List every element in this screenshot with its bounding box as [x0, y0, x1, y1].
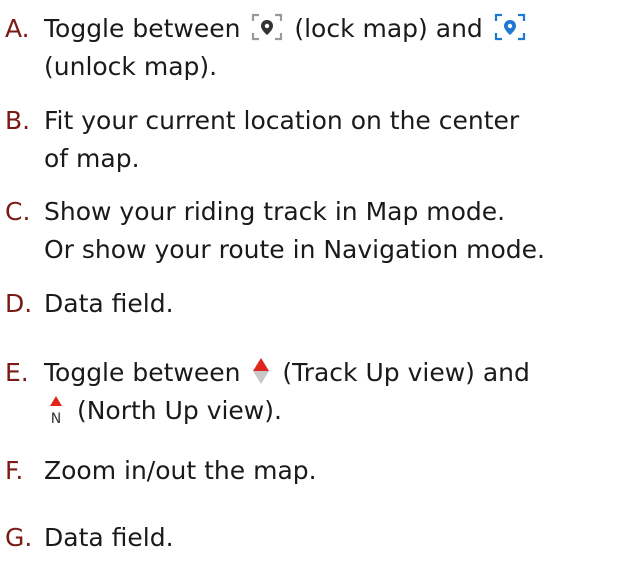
north-label: N — [51, 411, 61, 427]
item-e-text-middle: (Track Up view) and — [282, 358, 530, 387]
list-item-g: G. Data field. — [5, 519, 615, 557]
item-a-text-before: Toggle between — [44, 14, 241, 43]
item-b-line2: of map. — [44, 144, 140, 173]
item-letter-b: B. — [5, 106, 31, 135]
item-b-line1: Fit your current location on the center — [44, 106, 520, 135]
list-item-b: B. Fit your current location on the cent… — [5, 102, 615, 178]
item-a-text-middle: (lock map) and — [294, 14, 483, 43]
item-e-text-before: Toggle between — [44, 358, 241, 387]
list-item-e: E. Toggle between (Track Up view) and N — [5, 354, 615, 430]
item-e-text-end: (North Up view). — [76, 396, 282, 425]
north-up-icon: N — [45, 393, 67, 427]
item-letter-e: E. — [5, 358, 29, 387]
item-letter-a: A. — [5, 14, 30, 43]
item-letter-d: D. — [5, 289, 33, 318]
item-d-line1: Data field. — [44, 289, 174, 318]
item-a-text-end: (unlock map). — [44, 52, 218, 81]
unlock-map-icon — [493, 12, 527, 42]
list-item-c: C. Show your riding track in Map mode. O… — [5, 193, 615, 269]
item-c-line1: Show your riding track in Map mode. — [44, 197, 506, 226]
lock-map-icon — [250, 12, 284, 42]
item-letter-g: G. — [5, 523, 33, 552]
item-c-line2: Or show your route in Navigation mode. — [44, 235, 545, 264]
list-item-d: D. Data field. — [5, 285, 615, 323]
item-f-line1: Zoom in/out the map. — [44, 456, 317, 485]
item-letter-f: F. — [5, 456, 24, 485]
item-g-line1: Data field. — [44, 523, 174, 552]
item-letter-c: C. — [5, 197, 31, 226]
track-up-icon — [250, 356, 272, 386]
list-item-a: A. Toggle between (lock map) and (unlock… — [5, 10, 615, 86]
list-item-f: F. Zoom in/out the map. — [5, 452, 615, 490]
